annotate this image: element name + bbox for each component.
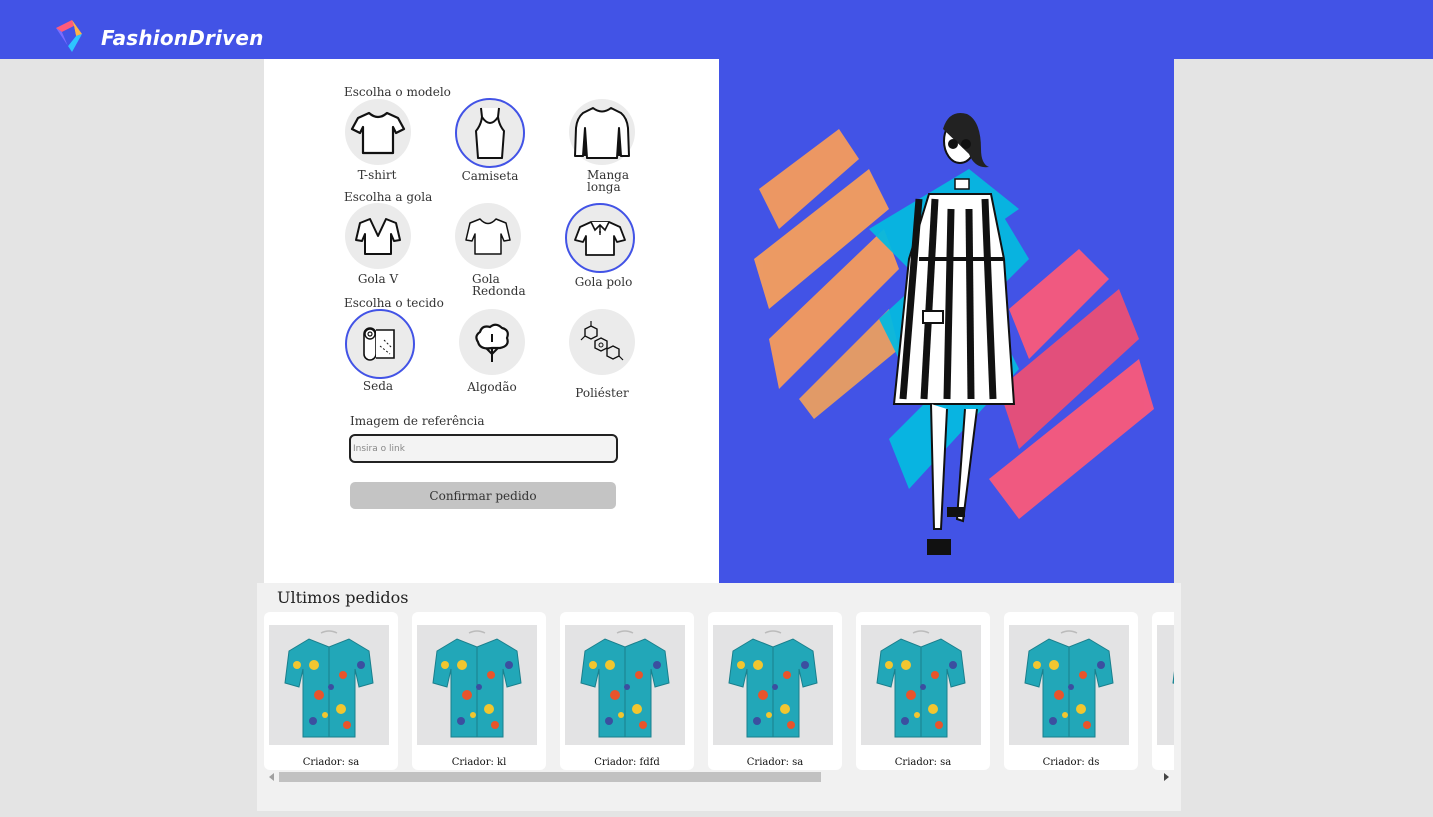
reference-image-label: Imagem de referência [350, 414, 485, 428]
long-sleeve-icon [574, 107, 630, 159]
order-creator: Criador: sa [302, 757, 360, 768]
recent-orders-title: Ultimos pedidos [277, 588, 409, 607]
fashiondriven-logo-icon[interactable] [52, 16, 90, 54]
top-bar: FashionDriven [0, 0, 1433, 59]
reference-link-input[interactable] [349, 434, 618, 463]
order-card[interactable]: Criador: kl [412, 612, 546, 770]
fabric-option-algodao[interactable]: Algodão [437, 309, 547, 393]
order-card[interactable] [1152, 612, 1174, 770]
model-option-camiseta-circle [455, 98, 525, 168]
fabric-option-seda[interactable]: Seda [325, 309, 435, 392]
fabric-option-label: Poliéster [575, 386, 629, 400]
order-shirt-image [417, 625, 537, 745]
order-creator: Criador: fdfd [594, 757, 660, 768]
brand-name[interactable]: FashionDriven [101, 26, 264, 50]
tshirt-icon [350, 111, 406, 155]
fabric-option-label: Algodão [467, 380, 517, 394]
collar-option-round-circle [455, 203, 521, 269]
scroll-right-arrow-icon[interactable] [1164, 773, 1169, 781]
order-creator: Criador: sa [746, 757, 804, 768]
collar-option-label: Gola polo [574, 275, 633, 289]
hawaiian-shirt-image [284, 630, 374, 738]
cotton-icon [475, 323, 509, 362]
hawaiian-shirt-image [728, 630, 818, 738]
v-neck-icon [355, 218, 401, 255]
round-neck-icon [465, 218, 511, 255]
collar-option-v[interactable]: Gola V [323, 203, 433, 285]
model-option-manga-longa-circle [569, 99, 635, 165]
hawaiian-shirt-image [1024, 630, 1114, 738]
scroll-thumb[interactable] [279, 772, 821, 782]
collar-option-label: Gola Redonda [472, 272, 526, 298]
fabric-section-label: Escolha o tecido [344, 296, 444, 310]
collar-option-polo[interactable]: Gola polo [545, 203, 655, 288]
orders-carousel[interactable]: Criador: sa Criador: kl Criador: fdfd Criad… [264, 612, 1174, 770]
order-shirt-image [713, 625, 833, 745]
silk-roll-icon [363, 327, 395, 361]
hawaiian-shirt-image [580, 630, 670, 738]
collar-option-v-circle [345, 203, 411, 269]
model-option-tshirt[interactable]: T-shirt [323, 99, 433, 181]
polyester-molecule-icon [580, 321, 624, 361]
model-option-label: Camiseta [461, 169, 519, 183]
recent-orders-section: Ultimos pedidos Criador: sa Criador: kl Cr… [257, 583, 1181, 811]
orders-horizontal-scrollbar[interactable] [264, 771, 1174, 783]
hawaiian-shirt-image [432, 630, 522, 738]
order-creator: Criador: kl [451, 757, 507, 768]
order-card[interactable]: Criador: sa [856, 612, 990, 770]
collar-option-round[interactable]: Gola Redonda [433, 203, 543, 297]
model-option-tshirt-circle [345, 99, 411, 165]
model-option-manga-longa[interactable]: Manga longa [547, 99, 657, 193]
hawaiian-shirt-image [876, 630, 966, 738]
confirm-order-button[interactable]: Confirmar pedido [350, 482, 616, 509]
fashion-model-illustration [754, 113, 1154, 555]
model-section-label: Escolha o modelo [344, 85, 451, 99]
collar-section-label: Escolha a gola [344, 190, 433, 204]
hero-illustration [719, 59, 1174, 583]
model-option-label: T-shirt [357, 168, 397, 182]
order-card[interactable]: Criador: ds [1004, 612, 1138, 770]
collar-option-polo-circle [565, 203, 635, 273]
tank-top-icon [475, 107, 505, 159]
fabric-option-algodao-circle [459, 309, 525, 375]
model-option-camiseta[interactable]: Camiseta [435, 98, 545, 182]
order-shirt-image [269, 625, 389, 745]
order-creator: Criador: ds [1042, 757, 1100, 768]
order-shirt-image [861, 625, 981, 745]
order-shirt-image [565, 625, 685, 745]
order-card[interactable]: Criador: sa [264, 612, 398, 770]
order-card[interactable]: Criador: fdfd [560, 612, 694, 770]
scroll-left-arrow-icon[interactable] [269, 773, 274, 781]
polo-icon [574, 221, 626, 256]
collar-option-label: Gola V [357, 272, 399, 286]
fabric-option-poliester[interactable]: Poliéster [547, 309, 657, 399]
order-shirt-image [1157, 625, 1174, 745]
order-card[interactable]: Criador: sa [708, 612, 842, 770]
fabric-option-poliester-circle [569, 309, 635, 375]
fabric-option-seda-circle [345, 309, 415, 379]
model-option-label: Manga longa [587, 168, 630, 194]
order-creator: Criador: sa [894, 757, 952, 768]
hawaiian-shirt-image [1172, 670, 1174, 684]
order-shirt-image [1009, 625, 1129, 745]
fabric-option-label: Seda [362, 379, 394, 393]
